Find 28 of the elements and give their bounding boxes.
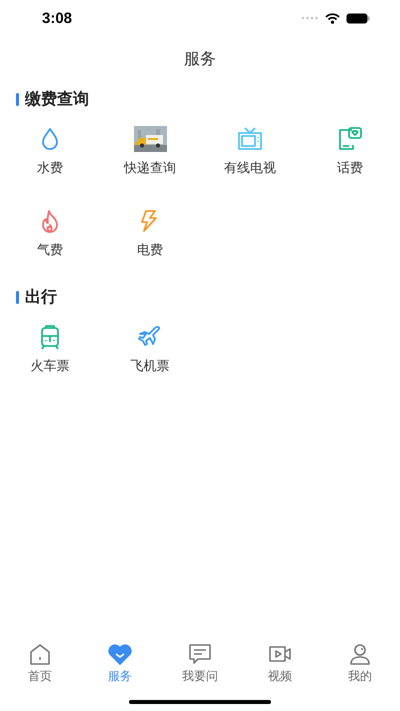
page-title: 服务: [183, 48, 217, 70]
tab[interactable]: 我要问: [160, 643, 240, 693]
service-item[interactable]: 飞机票: [100, 324, 200, 384]
service-item[interactable]: 电费: [100, 208, 200, 268]
service-item[interactable]: 快递查询: [100, 126, 200, 186]
status-time: 3:08: [42, 10, 72, 26]
service-item[interactable]: 火车票: [0, 324, 100, 384]
service-item[interactable]: 话费: [300, 126, 400, 186]
service-item[interactable]: 气费: [0, 208, 100, 268]
tv-icon: [237, 126, 263, 152]
tab[interactable]: 视频: [240, 643, 320, 693]
video-icon: [268, 643, 292, 665]
service-item[interactable]: 有线电视: [200, 126, 300, 186]
home-icon: [28, 643, 52, 665]
section-marker: [16, 290, 19, 304]
wifi-icon: [325, 12, 340, 24]
tab[interactable]: 我的: [320, 643, 400, 693]
user-icon: [348, 643, 372, 665]
signal-icon: [301, 16, 319, 20]
phone-bill-icon: [337, 126, 363, 152]
section-title: 缴费查询: [25, 88, 89, 110]
section-marker: [16, 92, 19, 106]
section-title: 出行: [25, 286, 57, 308]
battery-icon: [346, 12, 370, 24]
chat-icon: [188, 643, 212, 665]
heart-icon: [108, 643, 132, 665]
tab[interactable]: 首页: [0, 643, 80, 693]
service-item[interactable]: 水费: [0, 126, 100, 186]
